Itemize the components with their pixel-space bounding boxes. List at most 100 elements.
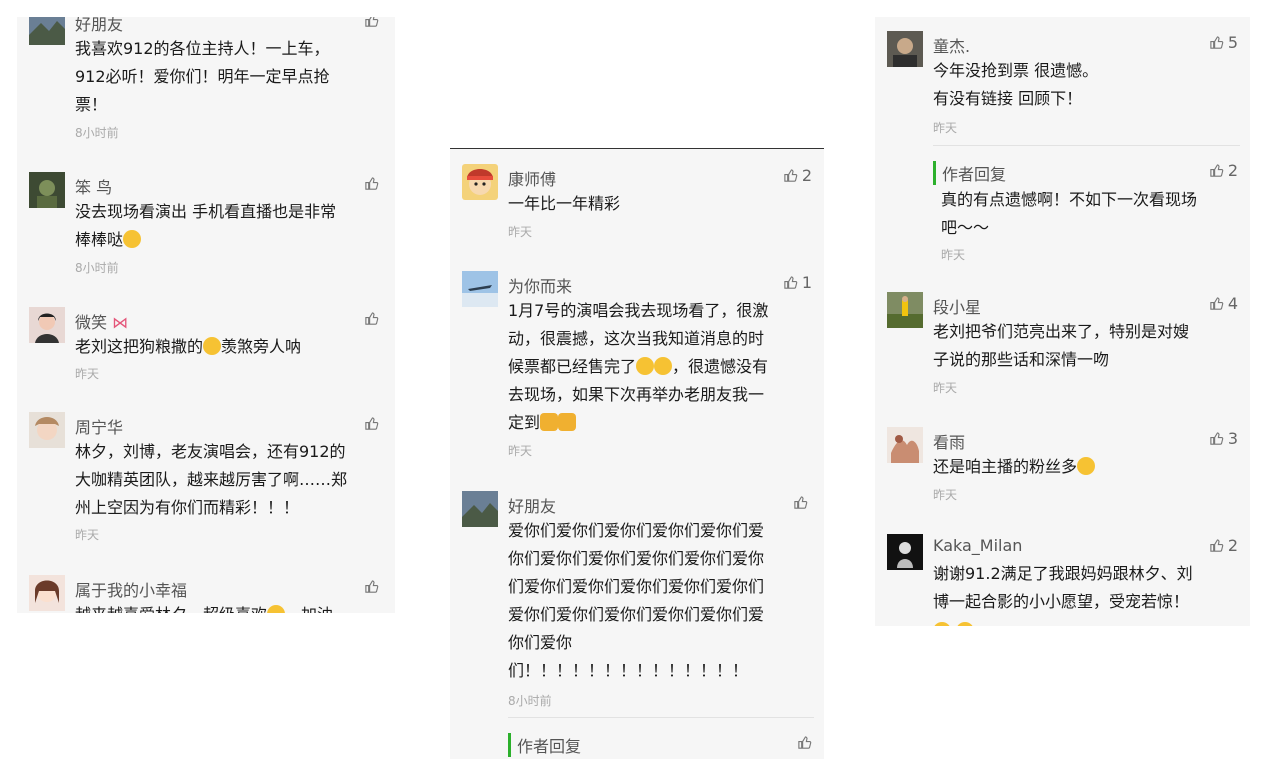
commenter-name[interactable]: 笨 鸟 [75, 174, 112, 198]
commenter-name[interactable]: 童杰. [933, 33, 970, 57]
author-reply: 作者回复 2 真的有点遗憾啊！不如下一次看现场 吧～～ 昨天 [933, 145, 1240, 271]
author-reply-text: 真的有点遗憾啊！不如下一次看现场 吧～～ [941, 190, 1198, 237]
grin-emoji-icon [1077, 457, 1096, 475]
commenter-name[interactable]: Kaka_Milan [933, 536, 1022, 555]
commenter-name[interactable]: 微笑 ⋈ [75, 309, 128, 333]
like-button[interactable] [364, 311, 383, 326]
grin-emoji-icon [956, 622, 975, 626]
grin-emoji-icon [267, 605, 286, 613]
comment-item: 童杰. 5 今年没抢到票 很遗憾。 有没有链接 回顾下！ 昨天 [875, 31, 1250, 146]
comment-text: 还是咱主播的粉丝多 [933, 453, 1240, 481]
comment-time: 昨天 [941, 248, 966, 262]
avatar[interactable] [462, 164, 498, 200]
commenter-name[interactable]: 好朋友 [508, 493, 556, 517]
comment-item: 属于我的小幸福 越来越喜爱林夕，超级喜欢，加油 [17, 575, 395, 613]
comment-panel-middle: 康师傅 2 一年比一年精彩 昨天 为你而来 1 1月7号的演唱会我去现场看了，很… [450, 148, 824, 759]
commenter-name[interactable]: 康师傅 [508, 166, 556, 190]
comment-text: 越来越喜爱林夕，超级喜欢，加油 [75, 601, 385, 613]
comment-text: 老刘这把狗粮撒的 羡煞旁人呐 [75, 337, 302, 356]
comment-panel-right: 童杰. 5 今年没抢到票 很遗憾。 有没有链接 回顾下！ 昨天 作者回复 2 真… [875, 17, 1250, 626]
like-button[interactable]: 3 [1209, 429, 1238, 448]
avatar[interactable] [29, 17, 65, 45]
like-button[interactable]: 2 [783, 166, 812, 185]
comment-time: 昨天 [75, 367, 100, 381]
thumbs-up-icon [365, 177, 379, 190]
comment-time: 昨天 [933, 381, 958, 395]
comment-item: 康师傅 2 一年比一年精彩 昨天 [450, 164, 824, 244]
comment-item: 周宁华 林夕，刘博，老友演唱会，还有912的 大咖精英团队，越来越厉害了啊……郑… [17, 412, 395, 552]
comment-text: 今年没抢到票 很遗憾。 有没有链接 回顾下！ [933, 61, 1099, 108]
commenter-name[interactable]: 周宁华 [75, 414, 123, 438]
comment-item: 好朋友 爱你们爱你们爱你们爱你们爱你们爱 你们爱你们爱你们爱你们爱你们爱你 们爱… [450, 491, 824, 721]
commenter-name[interactable]: 看雨 [933, 429, 965, 453]
bow-icon: ⋈ [112, 313, 129, 332]
comment-item: 微笑 ⋈ 老刘这把狗粮撒的 羡煞旁人呐 昨天 [17, 307, 395, 387]
avatar[interactable] [887, 292, 923, 328]
flexed-biceps-emoji-icon [558, 413, 577, 431]
comment-panel-left: 好朋友 我喜欢912的各位主持人！一上车， 912必听！爱你们！明年一定早点抢 … [17, 17, 395, 613]
avatar[interactable] [29, 575, 65, 611]
comment-text: 老刘把爷们范亮出来了，特别是对嫂 子说的那些话和深情一吻 [933, 322, 1190, 369]
like-button[interactable] [793, 495, 812, 510]
avatar[interactable] [887, 31, 923, 67]
like-button[interactable] [364, 17, 383, 28]
avatar[interactable] [462, 491, 498, 527]
avatar[interactable] [887, 427, 923, 463]
comment-time: 8小时前 [75, 261, 119, 275]
avatar[interactable] [29, 172, 65, 208]
like-button[interactable]: 5 [1209, 33, 1238, 52]
thumbs-up-icon [798, 736, 812, 749]
avatar[interactable] [462, 271, 498, 307]
thumbs-up-icon [1210, 432, 1224, 445]
thumbs-up-icon [1210, 164, 1224, 177]
commenter-name[interactable]: 属于我的小幸福 [75, 577, 187, 601]
avatar[interactable] [29, 307, 65, 343]
comment-item: 为你而来 1 1月7号的演唱会我去现场看了，很激 动，很震撼，这次当我知道消息的… [450, 271, 824, 471]
like-button[interactable]: 2 [1209, 536, 1238, 555]
thumbs-up-icon [365, 17, 379, 27]
like-count: 2 [1227, 161, 1238, 180]
comment-text: 谢谢91.2满足了我跟妈妈跟林夕、刘 博一起合影的小小愿望，受宠若惊！ [933, 564, 1193, 611]
thumbs-up-icon [1210, 297, 1224, 310]
thumbs-up-icon [365, 580, 379, 593]
like-button[interactable] [364, 416, 383, 431]
commenter-name[interactable]: 好朋友 [75, 17, 123, 35]
author-reply-label: 作者回复 [508, 733, 581, 757]
grin-emoji-icon [123, 230, 142, 248]
like-button[interactable]: 2 [1209, 161, 1238, 180]
thumbs-up-icon [794, 496, 808, 509]
comment-time: 昨天 [933, 121, 958, 135]
comment-time: 8小时前 [508, 694, 552, 708]
avatar[interactable] [887, 534, 923, 570]
thumbs-up-icon [1210, 539, 1224, 552]
like-count: 2 [801, 166, 812, 185]
avatar[interactable] [29, 412, 65, 448]
comment-time: 昨天 [508, 225, 533, 239]
like-button[interactable] [364, 579, 383, 594]
comment-text: 没去现场看演出 手机看直播也是非常 棒棒哒 [75, 202, 337, 249]
like-button[interactable] [797, 735, 812, 750]
comment-item: 段小星 4 老刘把爷们范亮出来了，特别是对嫂 子说的那些话和深情一吻 昨天 [875, 292, 1250, 402]
comment-item: 看雨 3 还是咱主播的粉丝多 昨天 [875, 427, 1250, 512]
commenter-name[interactable]: 为你而来 [508, 273, 572, 297]
comment-text: 我喜欢912的各位主持人！一上车， 912必听！爱你们！明年一定早点抢 票！ [75, 39, 330, 114]
commenter-name[interactable]: 段小星 [933, 294, 981, 318]
crying-emoji-icon [654, 357, 673, 375]
comment-time: 昨天 [75, 528, 100, 542]
like-count: 5 [1227, 33, 1238, 52]
flexed-biceps-emoji-icon [540, 413, 559, 431]
emoji-row [933, 622, 975, 626]
author-reply: 作者回复 [508, 717, 814, 759]
author-reply-label: 作者回复 [933, 161, 1006, 185]
like-button[interactable]: 4 [1209, 294, 1238, 313]
thumbs-up-icon [365, 312, 379, 325]
comment-item: 好朋友 我喜欢912的各位主持人！一上车， 912必听！爱你们！明年一定早点抢 … [17, 17, 395, 157]
like-button[interactable]: 1 [783, 273, 812, 292]
comment-time: 昨天 [933, 488, 958, 502]
like-button[interactable] [364, 176, 383, 191]
comment-text: 1月7号的演唱会我去现场看了，很激 动，很震撼，这次当我知道消息的时 候票都已经… [508, 301, 769, 432]
grin-emoji-icon [933, 622, 951, 626]
like-count: 4 [1227, 294, 1238, 313]
thumbs-up-icon [365, 417, 379, 430]
crying-emoji-icon [636, 357, 655, 375]
